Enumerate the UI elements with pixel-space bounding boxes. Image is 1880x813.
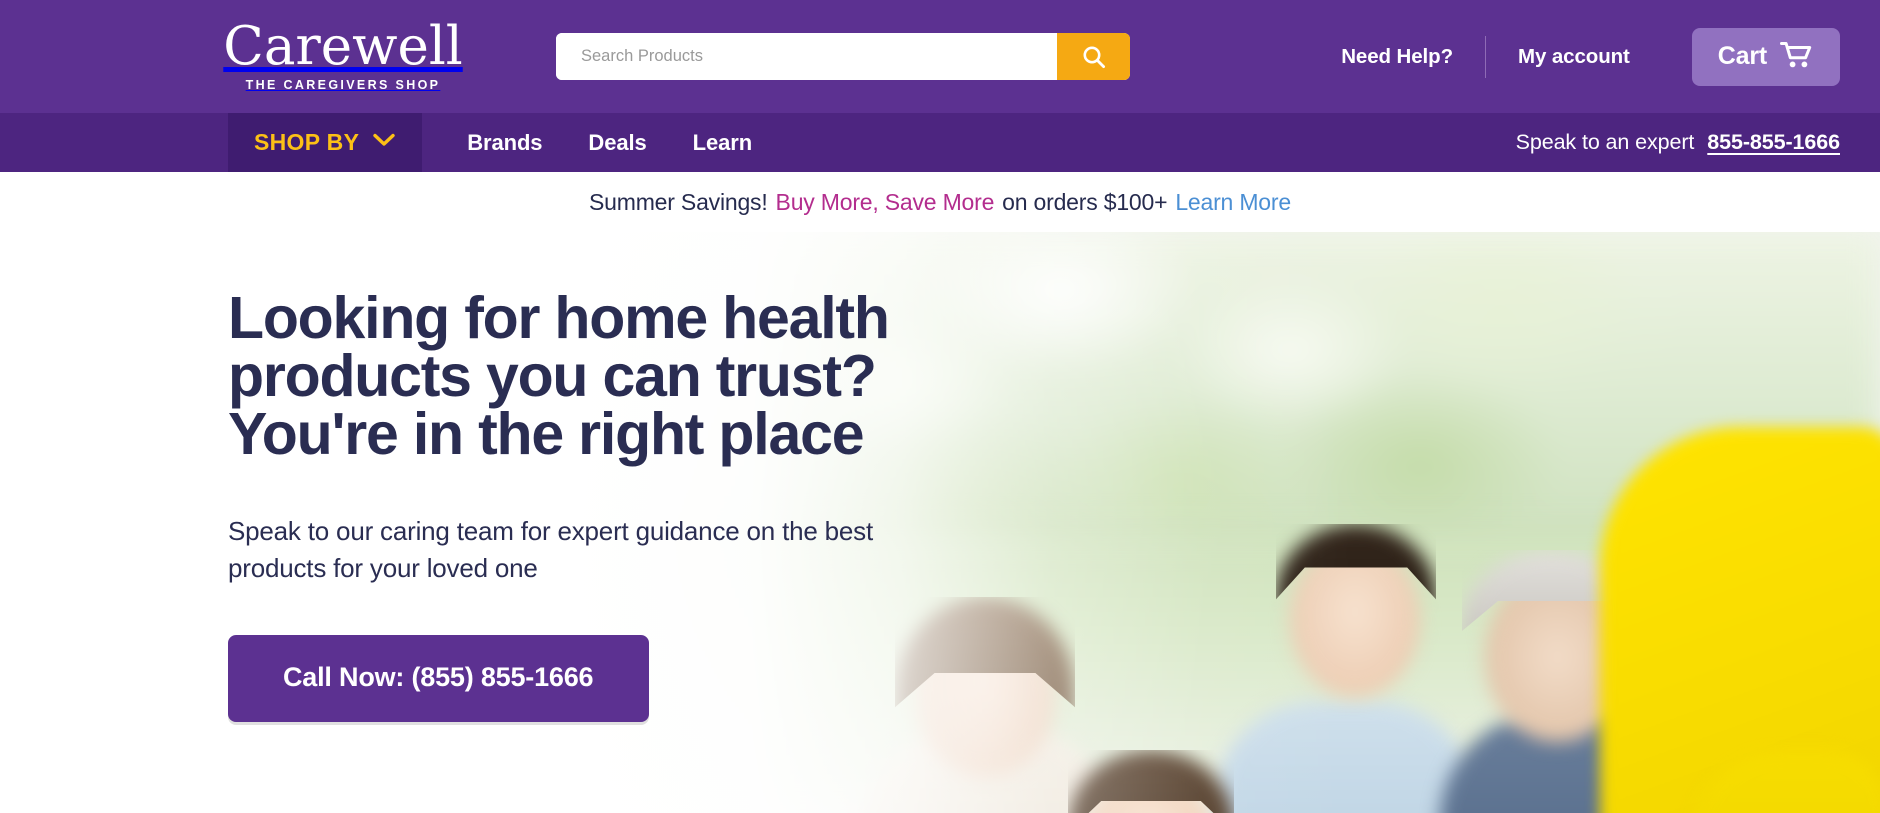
search-input[interactable] xyxy=(556,33,1057,80)
promo-highlight-text: Buy More, Save More xyxy=(775,188,995,215)
logo-tagline: THE CAREGIVERS SHOP xyxy=(245,78,441,92)
page-root: Carewell THE CAREGIVERS SHOP Need Help? … xyxy=(0,0,1880,813)
speak-to-expert: Speak to an expert 855-855-1666 xyxy=(1516,113,1840,172)
nav-item-learn[interactable]: Learn xyxy=(670,130,775,156)
nav-links: Brands Deals Learn xyxy=(444,113,775,172)
shopping-cart-icon xyxy=(1780,41,1814,72)
chevron-down-icon xyxy=(373,133,395,152)
nav-item-brands[interactable]: Brands xyxy=(444,130,565,156)
hero-section: Looking for home health products you can… xyxy=(0,232,1880,813)
site-header: Carewell THE CAREGIVERS SHOP Need Help? … xyxy=(0,0,1880,113)
site-logo[interactable]: Carewell THE CAREGIVERS SHOP xyxy=(223,19,462,93)
shop-by-label: SHOP BY xyxy=(254,129,360,155)
hero-headline: Looking for home health products you can… xyxy=(228,285,890,467)
expert-phone-link[interactable]: 855-855-1666 xyxy=(1707,130,1840,155)
logo-wordmark: Carewell xyxy=(223,16,463,77)
promo-trailing-text: on orders $100+ xyxy=(1002,188,1168,215)
shop-by-menu-button[interactable]: SHOP BY xyxy=(228,113,423,172)
expert-label: Speak to an expert xyxy=(1515,130,1695,154)
promo-learn-more-link[interactable]: Learn More xyxy=(1175,189,1291,216)
header-utility-links: Need Help? My account Cart xyxy=(1309,27,1840,86)
promo-banner: Summer Savings! Buy More, Save More on o… xyxy=(0,172,1880,232)
main-navigation: SHOP BY Brands Deals Learn Speak to an e… xyxy=(0,113,1880,172)
cart-button[interactable]: Cart xyxy=(1691,27,1840,86)
search-icon xyxy=(1081,44,1107,70)
nav-item-deals[interactable]: Deals xyxy=(565,130,669,156)
promo-lead-text: Summer Savings! xyxy=(589,188,768,215)
search-bar xyxy=(556,33,1130,80)
hero-subheadline: Speak to our caring team for expert guid… xyxy=(228,516,873,583)
call-now-button[interactable]: Call Now: (855) 855-1666 xyxy=(228,635,650,722)
my-account-link[interactable]: My account xyxy=(1486,45,1662,69)
hero-content: Looking for home health products you can… xyxy=(228,289,948,722)
cart-button-label: Cart xyxy=(1717,42,1767,70)
search-submit-button[interactable] xyxy=(1057,33,1130,80)
need-help-link[interactable]: Need Help? xyxy=(1309,45,1485,69)
